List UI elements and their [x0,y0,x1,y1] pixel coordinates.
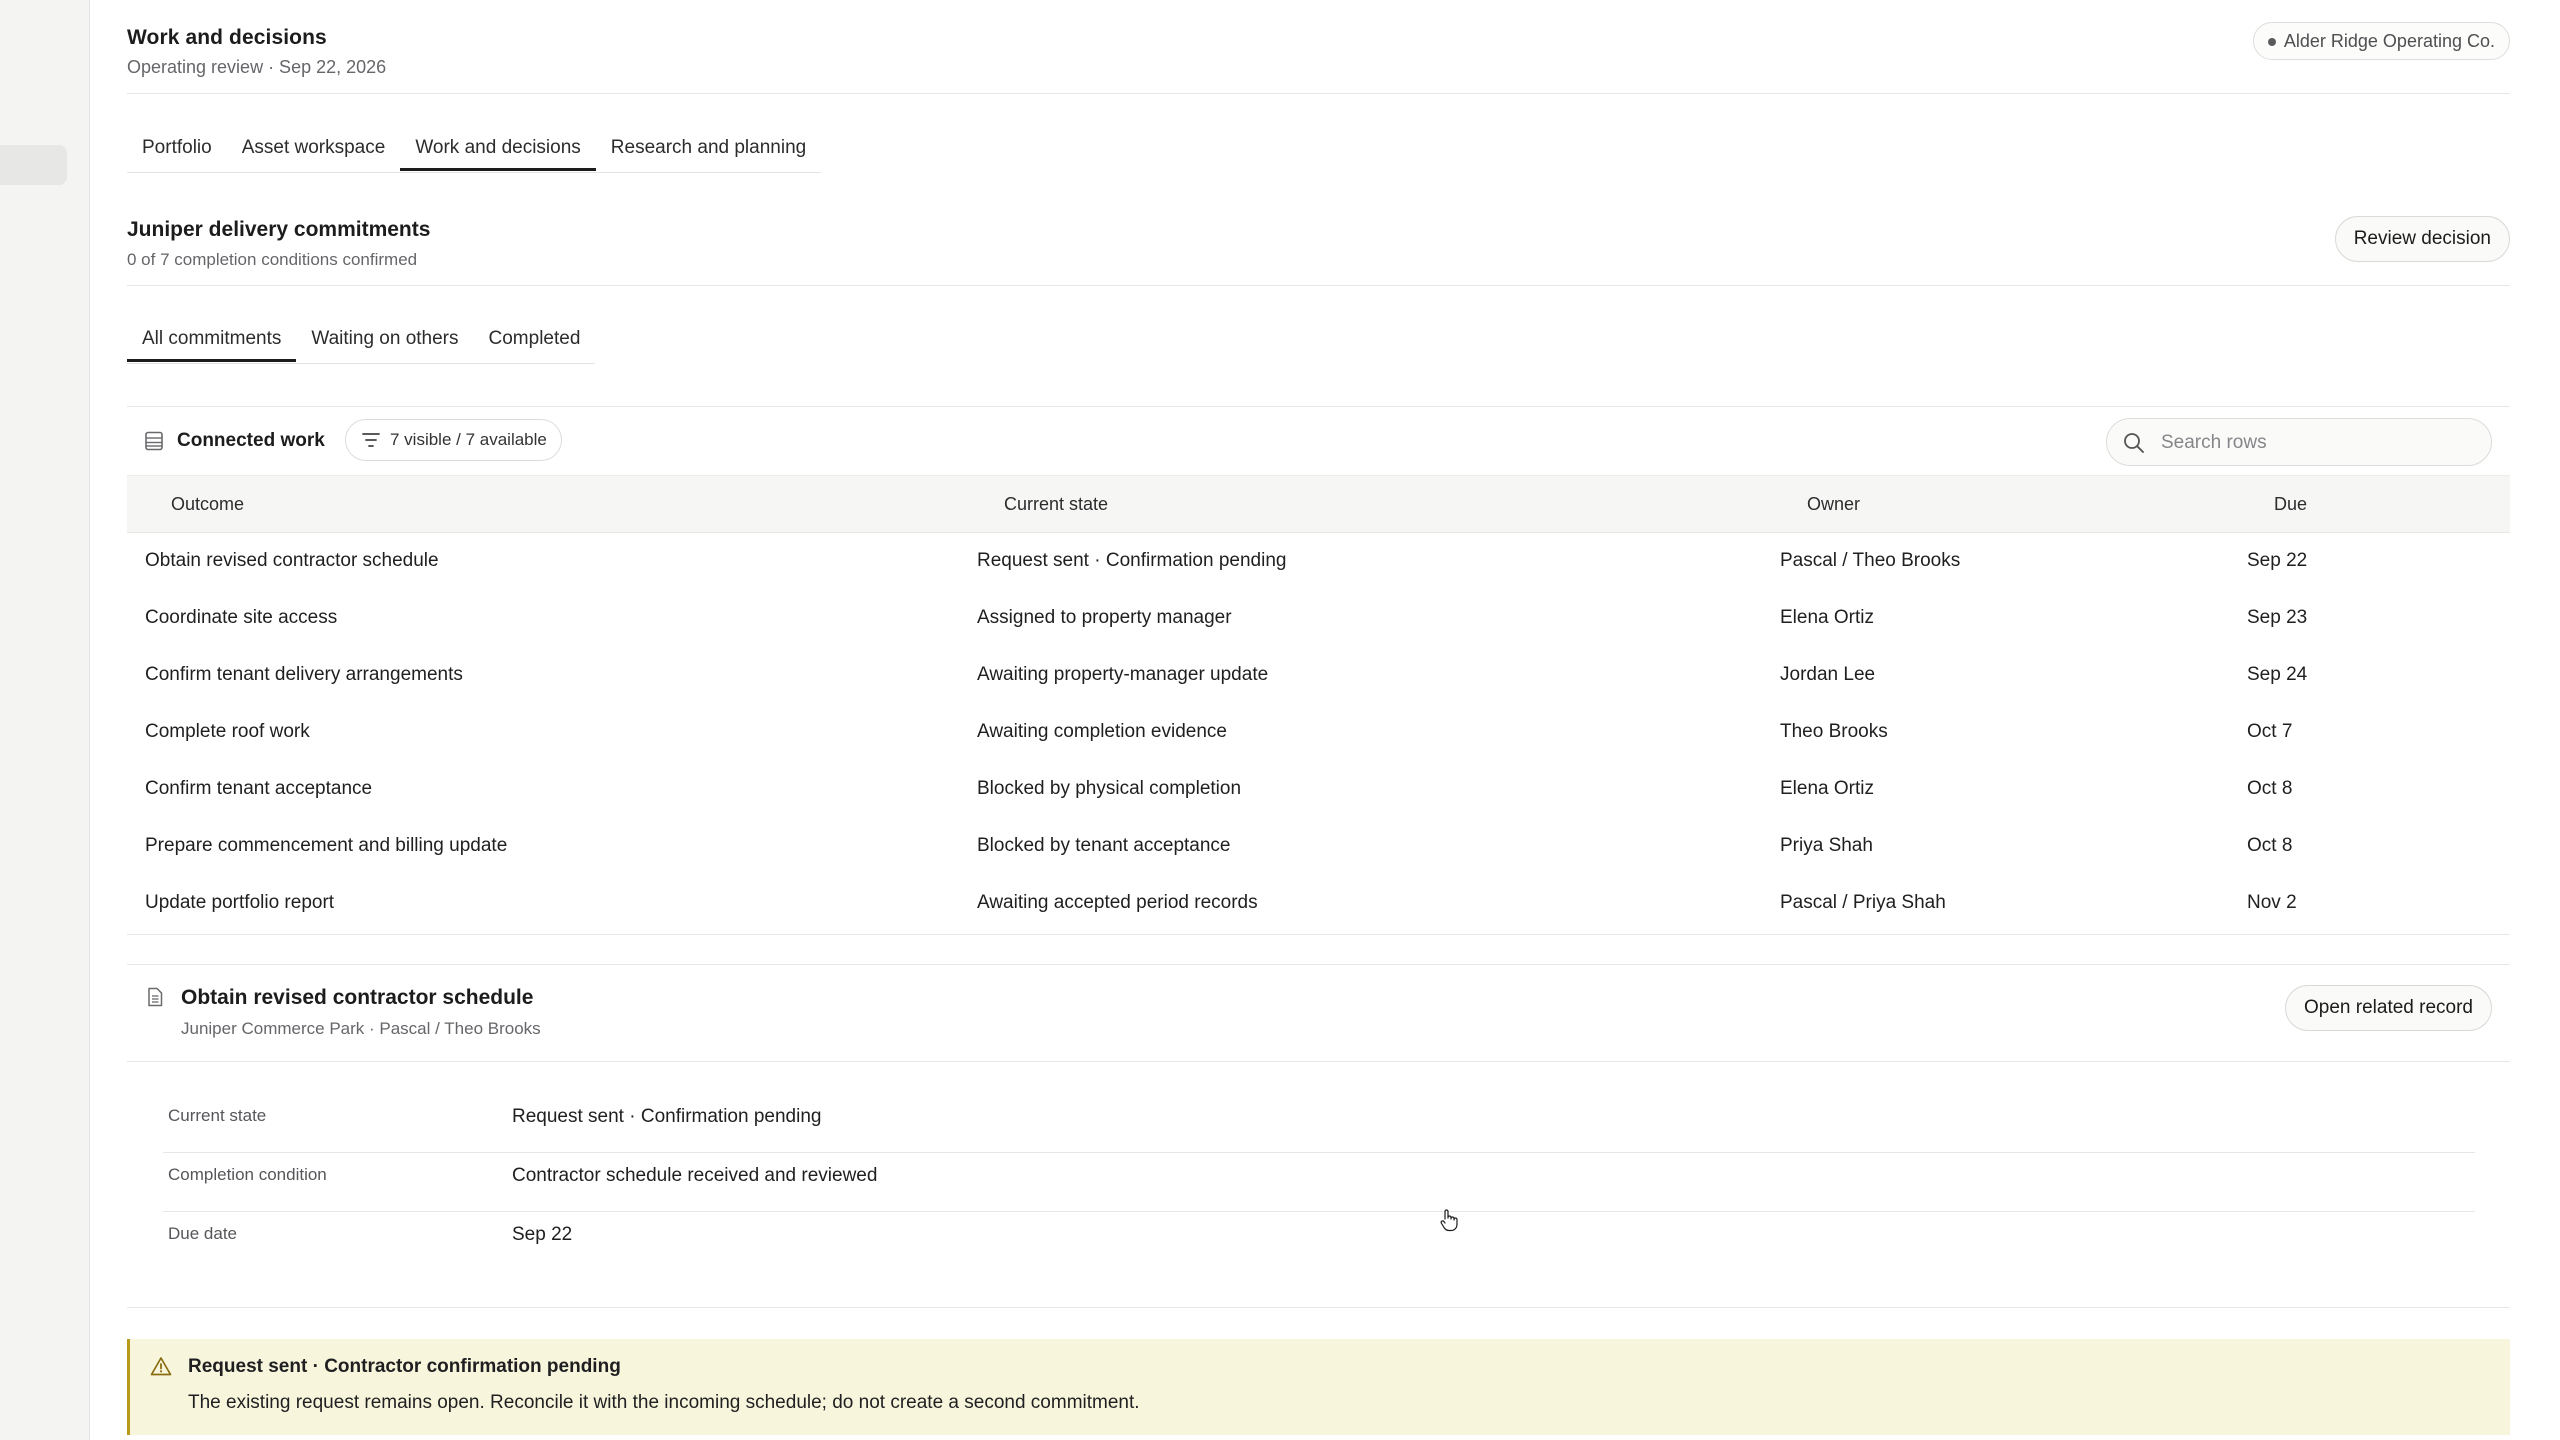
cell-current-state: Awaiting accepted period records [977,892,1258,913]
table-row[interactable]: Confirm tenant delivery arrangements Awa… [127,646,2510,703]
commitment-tabs: All commitments Waiting on others Comple… [127,315,596,364]
cell-owner: Theo Brooks [1780,721,1888,742]
connected-work-panel: Connected work 7 visible / 7 available O… [127,406,2510,935]
filter-icon [362,433,380,447]
cell-outcome: Obtain revised contractor schedule [145,550,439,571]
divider [127,1307,2510,1308]
table-row[interactable]: Complete roof work Awaiting completion e… [127,703,2510,760]
warning-icon [150,1357,172,1376]
page-header: Work and decisions Operating review · Se… [127,0,2510,94]
page-title: Work and decisions [127,26,327,49]
filter-label: 7 visible / 7 available [390,430,547,449]
column-header-owner[interactable]: Owner [1807,476,1860,532]
organization-badge[interactable]: Alder Ridge Operating Co. [2252,22,2510,60]
cell-current-state: Blocked by tenant acceptance [977,835,1231,856]
cell-due: Oct 8 [2247,778,2293,799]
column-header-current-state[interactable]: Current state [1004,476,1108,532]
filter-chip[interactable]: 7 visible / 7 available [345,419,562,461]
table-header: Outcome Current state Owner Due [127,475,2510,533]
panel-title: Connected work [177,430,325,451]
panel-toolbar: Connected work 7 visible / 7 available [127,407,2510,475]
search-icon [2124,433,2144,453]
column-header-due[interactable]: Due [2274,476,2307,532]
detail-header: Obtain revised contractor schedule Junip… [127,964,2510,1062]
table-row[interactable]: Prepare commencement and billing update … [127,817,2510,874]
table-row[interactable]: Obtain revised contractor schedule Reque… [127,532,2510,589]
cell-outcome: Update portfolio report [145,892,335,913]
tab-completed[interactable]: Completed [474,315,596,362]
cell-due: Sep 22 [2247,550,2308,571]
cell-current-state: Blocked by physical completion [977,778,1242,799]
field-current-state: Current state Request sent · Confirmatio… [163,1094,2475,1153]
cell-owner: Pascal / Theo Brooks [1780,550,1961,571]
field-value: Contractor schedule received and reviewe… [512,1165,878,1186]
search-input[interactable] [2159,419,2483,467]
cell-owner: Priya Shah [1780,835,1873,856]
cell-due: Sep 23 [2247,607,2308,628]
table-row[interactable]: Update portfolio report Awaiting accepte… [127,874,2510,931]
cell-owner: Elena Ortiz [1780,607,1874,628]
status-dot-icon [2267,38,2276,46]
detail-title: Obtain revised contractor schedule [181,986,534,1009]
cell-due: Sep 24 [2247,664,2308,685]
tab-portfolio[interactable]: Portfolio [127,124,227,171]
main-content: Work and decisions Operating review · Se… [127,0,2510,1440]
field-due-date: Due date Sep 22 [163,1212,2475,1270]
field-value: Sep 22 [512,1224,573,1245]
cell-owner: Pascal / Priya Shah [1780,892,1946,913]
status-alert: Request sent · Contractor confirmation p… [127,1339,2510,1435]
cell-outcome: Coordinate site access [145,607,338,628]
tab-all-commitments[interactable]: All commitments [127,315,297,362]
cell-owner: Elena Ortiz [1780,778,1874,799]
table-row[interactable]: Confirm tenant acceptance Blocked by phy… [127,760,2510,817]
document-icon [148,987,163,1007]
open-related-record-button[interactable]: Open related record [2285,985,2492,1031]
search-box[interactable] [2106,418,2492,467]
cell-owner: Jordan Lee [1780,664,1876,685]
cell-current-state: Awaiting property-manager update [977,664,1269,685]
page-subtitle: Operating review · Sep 22, 2026 [127,57,387,77]
tab-asset-workspace[interactable]: Asset workspace [227,124,401,171]
organization-name: Alder Ridge Operating Co. [2283,31,2495,51]
section-subtitle: 0 of 7 completion conditions confirmed [127,250,418,269]
cell-outcome: Confirm tenant acceptance [145,778,373,799]
cell-current-state: Assigned to property manager [977,607,1232,628]
tab-waiting-on-others[interactable]: Waiting on others [296,315,473,362]
main-tabs: Portfolio Asset workspace Work and decis… [127,124,822,173]
sidebar [0,0,90,1440]
cell-due: Oct 7 [2247,721,2293,742]
alert-title: Request sent · Contractor confirmation p… [188,1356,621,1377]
cell-due: Oct 8 [2247,835,2293,856]
field-completion-condition: Completion condition Contractor schedule… [163,1153,2475,1212]
field-value: Request sent · Confirmation pending [512,1106,822,1127]
field-label: Current state [168,1106,267,1125]
cell-current-state: Awaiting completion evidence [977,721,1227,742]
tab-work-and-decisions[interactable]: Work and decisions [400,124,596,171]
cell-outcome: Confirm tenant delivery arrangements [145,664,463,685]
field-label: Due date [168,1224,237,1243]
cell-current-state: Request sent · Confirmation pending [977,550,1287,571]
table-body: Obtain revised contractor schedule Reque… [127,532,2510,931]
hand-cursor-icon [1440,1209,1458,1232]
section-header: Juniper delivery commitments 0 of 7 comp… [127,212,2510,286]
cell-outcome: Complete roof work [145,721,310,742]
table-row[interactable]: Coordinate site access Assigned to prope… [127,589,2510,646]
table-icon [145,431,163,451]
cell-due: Nov 2 [2247,892,2297,913]
column-header-outcome[interactable]: Outcome [171,476,244,532]
detail-subtitle: Juniper Commerce Park · Pascal / Theo Br… [181,1019,541,1038]
field-label: Completion condition [168,1165,327,1184]
review-decision-button[interactable]: Review decision [2334,216,2510,262]
cell-outcome: Prepare commencement and billing update [145,835,508,856]
sidebar-active-item[interactable] [0,145,67,185]
tab-research-and-planning[interactable]: Research and planning [596,124,821,171]
alert-body: The existing request remains open. Recon… [188,1392,1140,1413]
section-title: Juniper delivery commitments [127,218,431,241]
